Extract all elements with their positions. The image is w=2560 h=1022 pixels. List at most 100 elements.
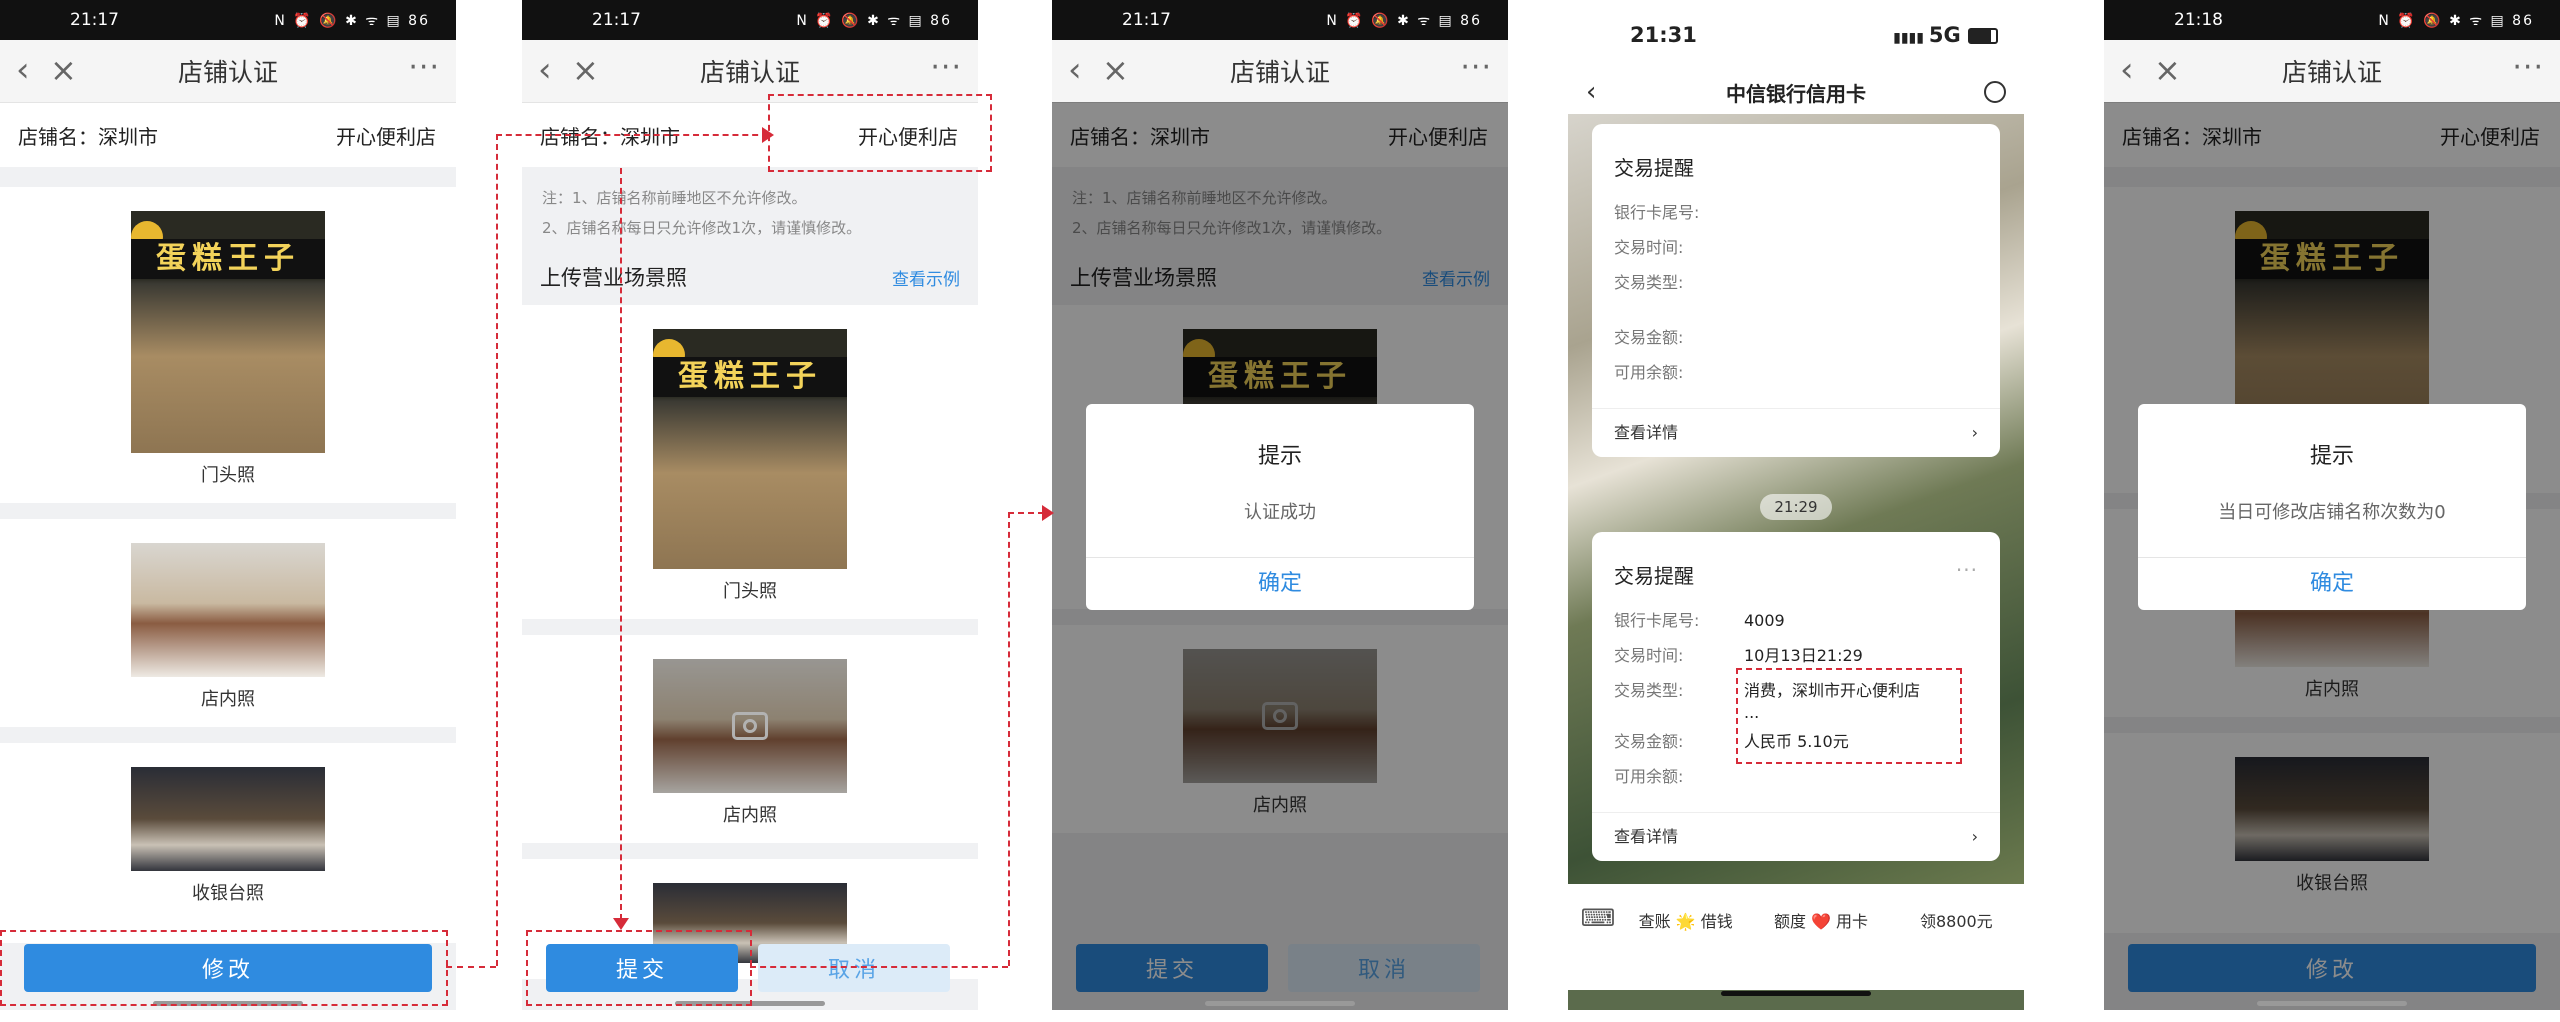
status-time: 21:17 xyxy=(1122,10,1171,30)
view-details-link[interactable]: 查看详情 › xyxy=(1592,812,2000,861)
close-icon[interactable]: × xyxy=(50,52,77,88)
keyboard-icon[interactable]: ⌨ xyxy=(1578,904,1618,932)
more-icon[interactable]: ··· xyxy=(408,50,440,85)
shop-name-label: 店铺名：深圳市 xyxy=(18,124,158,149)
status-time: 21:31 xyxy=(1630,23,1697,47)
counter-photo[interactable] xyxy=(131,767,325,871)
back-icon[interactable]: ‹ xyxy=(1586,77,1596,107)
note-line-1: 注：1、店铺名称前睡地区不允许修改。 xyxy=(542,189,807,207)
card-title: 交易提醒 xyxy=(1614,564,1694,588)
more-icon[interactable]: ··· xyxy=(1956,558,1978,582)
back-icon[interactable]: ‹ xyxy=(2120,52,2134,88)
card-row: 交易类型: xyxy=(1614,273,1684,292)
home-indicator xyxy=(1721,991,1871,996)
more-icon[interactable]: ··· xyxy=(1460,50,1492,85)
connector-line xyxy=(620,168,622,920)
photo-caption: 收银台照 xyxy=(184,879,272,909)
status-bar: 21:17 N ⏰ 🔕 ✱ ᯤ ▤ 86 xyxy=(1052,0,1508,40)
nav-bar: ‹ 中信银行信用卡 xyxy=(1568,70,2024,114)
transaction-card-1: 交易提醒 银行卡尾号: 交易时间: 交易类型: 交易金额: 可用余额: 查看详情… xyxy=(1592,124,2000,457)
back-icon[interactable]: ‹ xyxy=(1068,52,1082,88)
close-icon[interactable]: × xyxy=(2154,52,2181,88)
status-network: ▮▮▮▮ 5G xyxy=(1893,23,1998,47)
camera-icon xyxy=(732,712,768,740)
arrow-icon xyxy=(613,918,629,930)
status-time: 21:18 xyxy=(2174,10,2223,30)
connector-line xyxy=(1008,512,1044,514)
status-bar: 21:31 ▮▮▮▮ 5G xyxy=(1568,0,2024,70)
note-line-2: 2、店铺名称每日只允许修改1次，请谨慎修改。 xyxy=(542,219,862,237)
success-dialog: 提示 认证成功 确定 xyxy=(1086,404,1474,610)
status-bar: 21:18 N ⏰ 🔕 ✱ ᯤ ▤ 86 xyxy=(2104,0,2560,40)
connector-line xyxy=(446,966,496,968)
chevron-right-icon: › xyxy=(1971,827,1978,846)
card-row: 交易时间: xyxy=(1614,238,1684,257)
card-row: 可用余额: xyxy=(1614,363,1684,382)
chevron-right-icon: › xyxy=(1971,423,1978,442)
arrow-icon xyxy=(1042,505,1054,521)
more-icon[interactable]: ··· xyxy=(2512,50,2544,85)
dialog-confirm-button[interactable]: 确定 xyxy=(2138,557,2526,610)
photo-sign: 蛋糕王子 xyxy=(131,239,325,279)
view-details-link[interactable]: 查看详情 › xyxy=(1592,408,2000,457)
photo-card-inner: 店内照 xyxy=(522,635,978,843)
screen-edit-shop: 21:17 N ⏰ 🔕 ✱ ᯤ ▤ 86 ‹ × 店铺认证 ··· 店铺名：深圳… xyxy=(0,0,456,1010)
status-icons: N ⏰ 🔕 ✱ ᯤ ▤ 86 xyxy=(1326,12,1482,29)
screen-limit-reached: 21:18 N ⏰ 🔕 ✱ ᯤ ▤ 86 ‹ × 店铺认证 ··· 店铺名：深圳… xyxy=(2104,0,2560,1010)
home-indicator xyxy=(1205,1001,1355,1006)
profile-icon[interactable] xyxy=(1984,81,2006,103)
view-example-link[interactable]: 查看示例 xyxy=(892,265,960,290)
card-title: 交易提醒 xyxy=(1614,156,1694,180)
section-title: 上传营业场景照 xyxy=(540,266,687,290)
highlight-edit-button xyxy=(0,930,448,1006)
limit-dialog: 提示 当日可修改店铺名称次数为0 确定 xyxy=(2138,404,2526,610)
status-time: 21:17 xyxy=(592,10,641,30)
connector-line xyxy=(750,966,1008,968)
home-indicator xyxy=(2257,1001,2407,1006)
dialog-message: 当日可修改店铺名称次数为0 xyxy=(2218,502,2446,523)
close-icon[interactable]: × xyxy=(1102,52,1129,88)
section-header: 上传营业场景照 查看示例 xyxy=(522,249,978,305)
interior-photo[interactable] xyxy=(653,659,847,793)
connector-line xyxy=(496,134,498,966)
photo-caption: 门头照 xyxy=(193,461,263,491)
interior-photo[interactable] xyxy=(131,543,325,677)
status-bar: 21:17 N ⏰ 🔕 ✱ ᯤ ▤ 86 xyxy=(0,0,456,40)
photo-caption: 店内照 xyxy=(193,685,263,715)
status-icons: N ⏰ 🔕 ✱ ᯤ ▤ 86 xyxy=(274,12,430,29)
connector-line xyxy=(496,134,768,136)
card-row: 交易金额: xyxy=(1614,328,1684,347)
photo-card-front: 蛋糕王子 门头照 xyxy=(522,305,978,619)
back-icon[interactable]: ‹ xyxy=(538,52,552,88)
close-icon[interactable]: × xyxy=(572,52,599,88)
status-icons: N ⏰ 🔕 ✱ ᯤ ▤ 86 xyxy=(2378,12,2534,29)
photo-caption: 店内照 xyxy=(715,801,785,831)
photo-card-inner: 店内照 xyxy=(0,519,456,727)
dialog-title: 提示 xyxy=(1257,444,1302,469)
photo-card-front: 蛋糕王子 门头照 xyxy=(0,187,456,503)
highlight-transaction xyxy=(1736,668,1962,764)
status-icons: N ⏰ 🔕 ✱ ᯤ ▤ 86 xyxy=(796,12,952,29)
shop-name-row: 店铺名：深圳市 开心便利店 xyxy=(0,103,456,167)
menu-item[interactable]: 查账 🌟 借钱 xyxy=(1618,904,1753,932)
highlight-shop-name xyxy=(768,94,992,172)
dialog-confirm-button[interactable]: 确定 xyxy=(1086,557,1474,610)
connector-line xyxy=(1008,512,1010,966)
storefront-photo[interactable]: 蛋糕王子 xyxy=(653,329,847,569)
back-icon[interactable]: ‹ xyxy=(16,52,30,88)
status-time: 21:17 xyxy=(70,10,119,30)
photo-sign: 蛋糕王子 xyxy=(653,357,847,397)
page-title: 中信银行信用卡 xyxy=(1726,81,1866,106)
menu-item[interactable]: 领8800元 xyxy=(1889,904,2024,932)
shop-name-value: 开心便利店 xyxy=(336,124,436,149)
highlight-submit-button xyxy=(526,930,752,1006)
nav-bar: ‹ × 店铺认证 ··· xyxy=(1052,40,1508,103)
message-time: 21:29 xyxy=(1760,494,1832,520)
menu-item[interactable]: 额度 ❤️ 用卡 xyxy=(1753,904,1888,932)
more-icon[interactable]: ··· xyxy=(930,50,962,85)
screen-bank-notification: 21:31 ▮▮▮▮ 5G ‹ 中信银行信用卡 交易提醒 银行卡尾号: 交易时间… xyxy=(1568,0,2024,1010)
notes: 注：1、店铺名称前睡地区不允许修改。 2、店铺名称每日只允许修改1次，请谨慎修改… xyxy=(522,167,978,249)
storefront-photo[interactable]: 蛋糕王子 xyxy=(131,211,325,453)
bottom-menu: ⌨ 查账 🌟 借钱 额度 ❤️ 用卡 领8800元 xyxy=(1568,884,2024,990)
cancel-button[interactable]: 取消 xyxy=(758,944,950,992)
